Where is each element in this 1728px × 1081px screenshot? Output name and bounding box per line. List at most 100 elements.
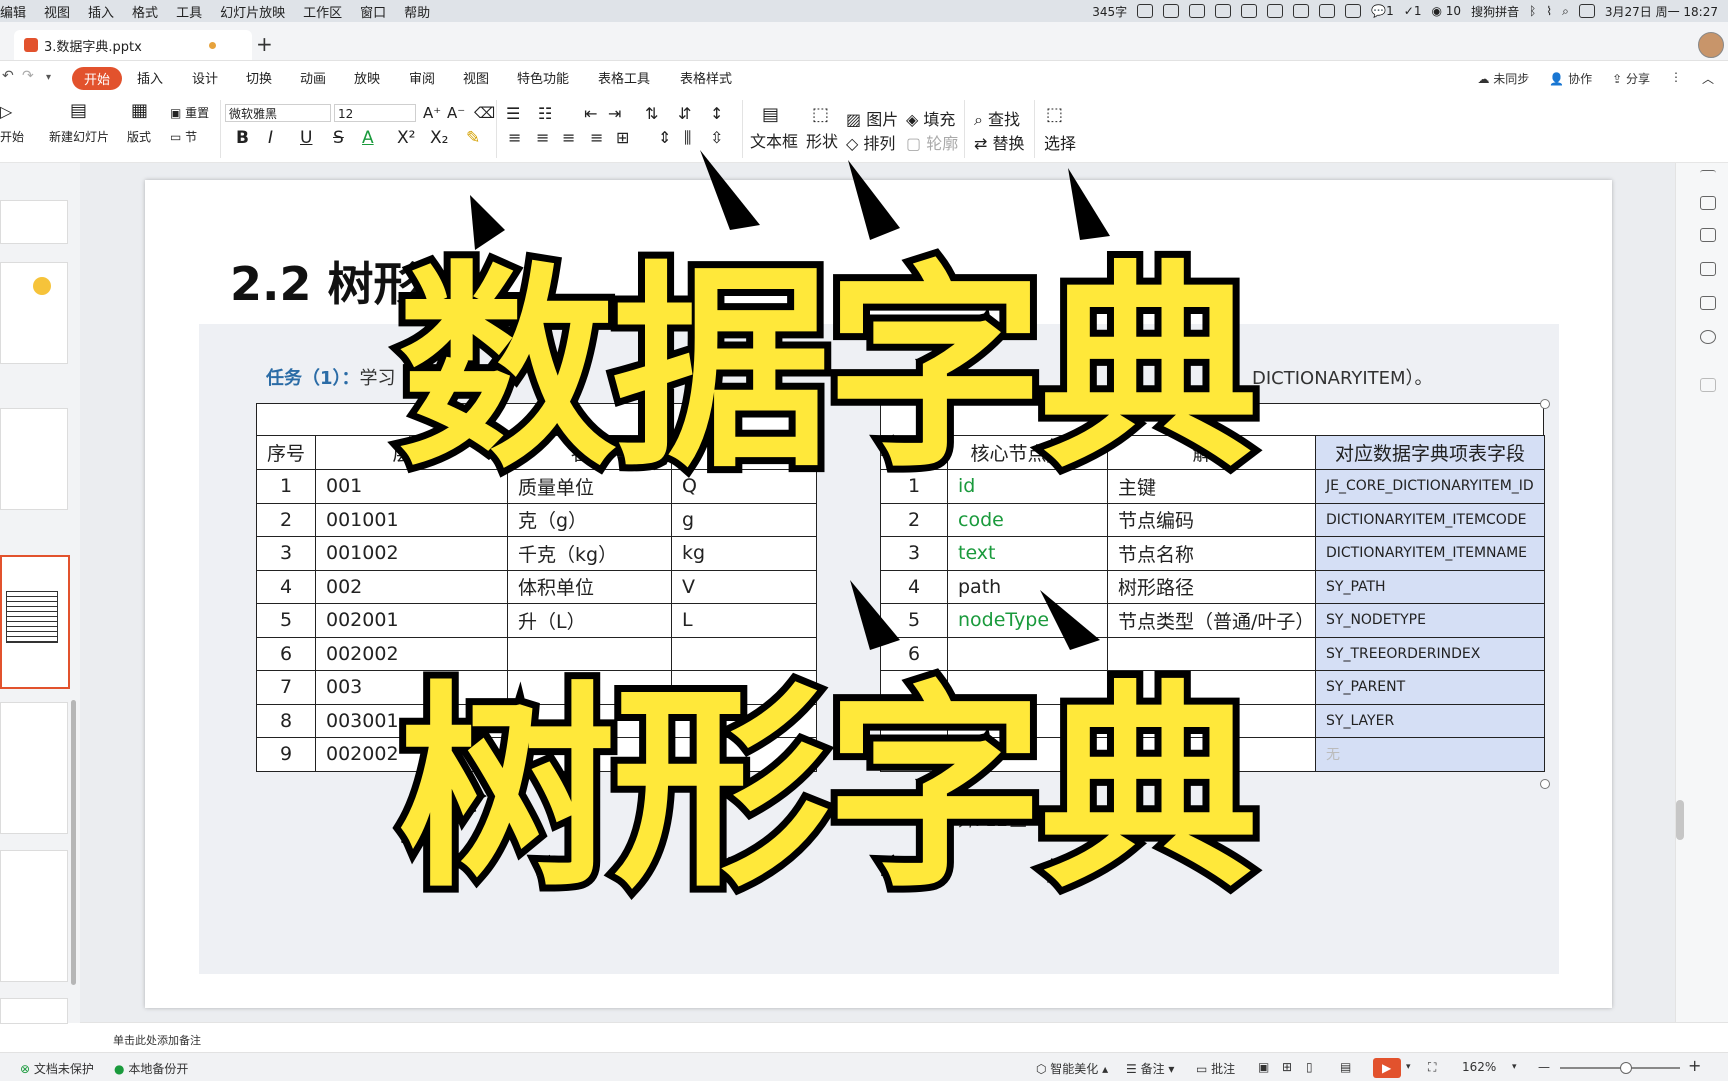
resize-handle[interactable] — [1540, 399, 1550, 409]
chat-icon[interactable]: 💬1 — [1371, 4, 1394, 18]
tab-table-style[interactable]: 表格样式 — [680, 68, 732, 87]
table-cell[interactable]: 5 — [256, 603, 316, 638]
notes-button[interactable]: ☰ 备注 ▾ — [1126, 1060, 1174, 1077]
slide-thumbnail[interactable] — [0, 262, 68, 364]
share-button[interactable]: ⇪ 分享 — [1612, 70, 1650, 87]
clear-format-icon[interactable]: ⌫ — [474, 104, 495, 122]
menu-insert[interactable]: 插入 — [88, 2, 114, 21]
table-cell[interactable]: 4 — [880, 569, 948, 604]
outline-button[interactable]: ▢ 轮廓 — [906, 130, 958, 154]
tab-slideshow[interactable]: 放映 — [354, 68, 380, 87]
new-tab-button[interactable]: + — [256, 32, 273, 56]
table-cell[interactable]: code — [947, 502, 1108, 537]
table-cell[interactable]: 树形路径 — [1107, 569, 1316, 604]
table-cell[interactable]: 千克（kg） — [507, 536, 672, 571]
picture-button[interactable]: ▨ 图片 — [846, 106, 898, 130]
table-cell[interactable]: SY_PARENT — [1315, 670, 1545, 705]
shape-button[interactable]: 形状 — [806, 128, 838, 152]
thumbnail-scrollbar[interactable] — [71, 700, 76, 985]
align-right-icon[interactable]: ≡ — [562, 128, 575, 147]
resize-handle[interactable] — [1540, 779, 1550, 789]
slide-thumbnail[interactable] — [0, 702, 68, 834]
textbox-button[interactable]: 文本框 — [750, 128, 798, 152]
reading-view-icon[interactable]: ▯ — [1306, 1060, 1313, 1074]
collab-button[interactable]: 👤 协作 — [1549, 70, 1592, 87]
text-direction-icon[interactable]: ⇅ — [645, 104, 658, 123]
table-cell[interactable]: 3 — [880, 536, 948, 571]
slide-thumbnail[interactable] — [0, 850, 68, 982]
tab-home[interactable]: 开始 — [72, 67, 123, 90]
play-slideshow-button[interactable]: ▶ — [1373, 1058, 1401, 1078]
table-cell[interactable]: V — [671, 569, 817, 604]
distribute-icon[interactable]: ⊞ — [616, 128, 629, 147]
table-cell[interactable]: 9 — [256, 737, 316, 772]
columns-icon[interactable]: ⫼ — [684, 128, 691, 148]
table-cell[interactable]: SY_PATH — [1315, 569, 1545, 604]
wps-icon[interactable] — [1215, 4, 1232, 18]
table-cell[interactable]: SY_NODETYPE — [1315, 603, 1545, 638]
wechat-icon[interactable]: ◉ 10 — [1431, 4, 1461, 18]
hexagon-icon[interactable] — [1293, 4, 1310, 18]
indent-icon[interactable]: ⇥ — [608, 104, 621, 123]
font-family-select[interactable]: 微软雅黑 — [225, 104, 331, 122]
sorter-view-icon[interactable]: ⊞ — [1282, 1060, 1292, 1074]
slide-thumbnail[interactable] — [0, 998, 68, 1024]
new-slide-icon[interactable]: ▤ — [70, 100, 87, 121]
tab-view[interactable]: 视图 — [463, 68, 489, 87]
panel-menu-icon[interactable] — [1700, 170, 1716, 184]
cloud-icon[interactable] — [1319, 4, 1336, 18]
tab-special[interactable]: 特色功能 — [517, 68, 569, 87]
history-icon[interactable] — [1700, 330, 1716, 344]
search-icon[interactable] — [1189, 4, 1206, 18]
canvas-scrollbar[interactable] — [1676, 800, 1684, 840]
menu-workspace[interactable]: 工作区 — [303, 2, 342, 21]
datetime[interactable]: 3月27日 周一 18:27 — [1605, 3, 1718, 20]
collapse-ribbon-icon[interactable]: ︿ — [1702, 70, 1714, 87]
start-slideshow-icon[interactable]: ▷ — [0, 102, 12, 121]
slide-title[interactable]: 2.2 树形 — [230, 248, 420, 314]
shrink-font-icon[interactable]: A⁻ — [447, 104, 465, 122]
table-cell[interactable]: 002 — [315, 569, 508, 604]
ime-indicator[interactable]: 搜狗拼音 — [1471, 3, 1519, 20]
reset-button[interactable]: ▣ 重置 — [170, 104, 209, 121]
spotlight-icon[interactable]: ⌕ — [1562, 4, 1569, 19]
table-cell[interactable]: 6 — [256, 636, 316, 671]
menu-window[interactable]: 窗口 — [360, 2, 386, 21]
table-cell[interactable]: 节点编码 — [1107, 502, 1316, 537]
table-cell[interactable]: 7 — [256, 670, 316, 705]
table-cell[interactable]: 2 — [880, 502, 948, 537]
replace-button[interactable]: ⇄ 替换 — [974, 130, 1025, 154]
tab-insert[interactable]: 插入 — [137, 68, 163, 87]
section-button[interactable]: ▭ 节 — [170, 128, 197, 145]
superscript-button[interactable]: X² — [397, 128, 415, 148]
layout-button[interactable]: 版式 — [127, 128, 151, 145]
strikethrough-button[interactable]: S — [333, 128, 344, 148]
justify-icon[interactable]: ≡ — [590, 128, 603, 147]
font-color-button[interactable]: A — [362, 128, 374, 148]
new-slide-button[interactable]: 新建幻灯片 — [49, 128, 109, 145]
table-cell[interactable]: path — [947, 569, 1108, 604]
table-cell[interactable]: 001001 — [315, 502, 508, 537]
menu-help[interactable]: 帮助 — [404, 2, 430, 21]
menu-format[interactable]: 格式 — [132, 2, 158, 21]
bold-button[interactable]: B — [236, 128, 249, 148]
presenter-icon[interactable]: ▤ — [1340, 1060, 1351, 1074]
table-cell[interactable]: 4 — [256, 569, 316, 604]
table-cell[interactable]: 2 — [256, 502, 316, 537]
qq-icon[interactable] — [1267, 4, 1284, 18]
backup-status[interactable]: ● 本地备份开 — [114, 1060, 188, 1077]
settings-sliders-icon[interactable] — [1700, 196, 1716, 210]
menu-tools[interactable]: 工具 — [176, 2, 202, 21]
document-tab[interactable]: 3.数据字典.pptx — [14, 30, 252, 60]
wifi-off-icon[interactable]: ⌇ — [1546, 4, 1552, 18]
redo-icon[interactable]: ↷ — [22, 68, 34, 84]
table-cell[interactable]: 8 — [256, 703, 316, 738]
comment-button[interactable]: ▭ 批注 — [1196, 1060, 1235, 1077]
cube-icon[interactable] — [1700, 378, 1716, 392]
menu-edit[interactable]: 编辑 — [0, 2, 26, 21]
play-dropdown-icon[interactable]: ▾ — [1406, 1062, 1411, 1072]
table-cell[interactable]: 无 — [1315, 737, 1545, 772]
menu-view[interactable]: 视图 — [44, 2, 70, 21]
table-cell[interactable]: 体积单位 — [507, 569, 672, 604]
task-line[interactable]: 任务（1）：学习 — [266, 364, 396, 390]
